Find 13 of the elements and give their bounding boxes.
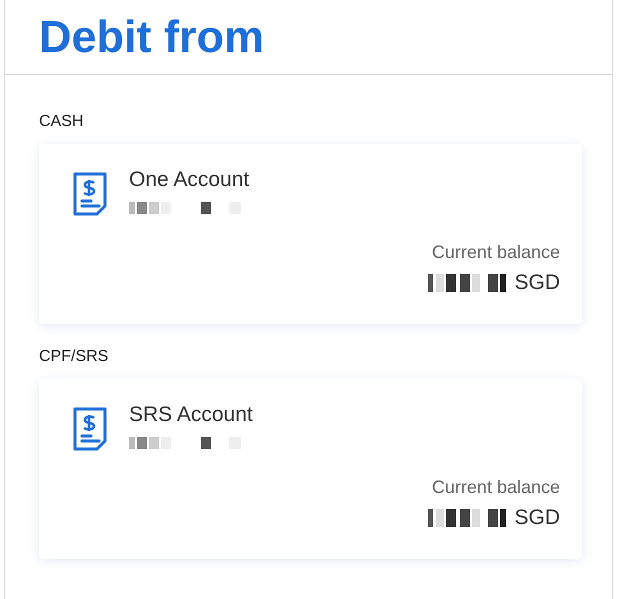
currency: SGD — [514, 271, 560, 295]
receipt-dollar-icon — [73, 172, 107, 216]
balance-label: Current balance — [430, 477, 560, 498]
account-card[interactable]: SRS Account Current balance SGD — [39, 379, 582, 559]
page-title: Debit from — [39, 10, 265, 62]
section-label: CPF/SRS — [39, 348, 110, 366]
account-name: SRS Account — [129, 403, 253, 427]
currency: SGD — [514, 506, 560, 530]
account-card[interactable]: One Account Current balance SGD — [39, 144, 582, 324]
balance-label: Current balance — [430, 242, 560, 263]
section-label: CASH — [39, 113, 84, 131]
receipt-dollar-icon — [73, 407, 107, 451]
account-name: One Account — [129, 168, 250, 192]
